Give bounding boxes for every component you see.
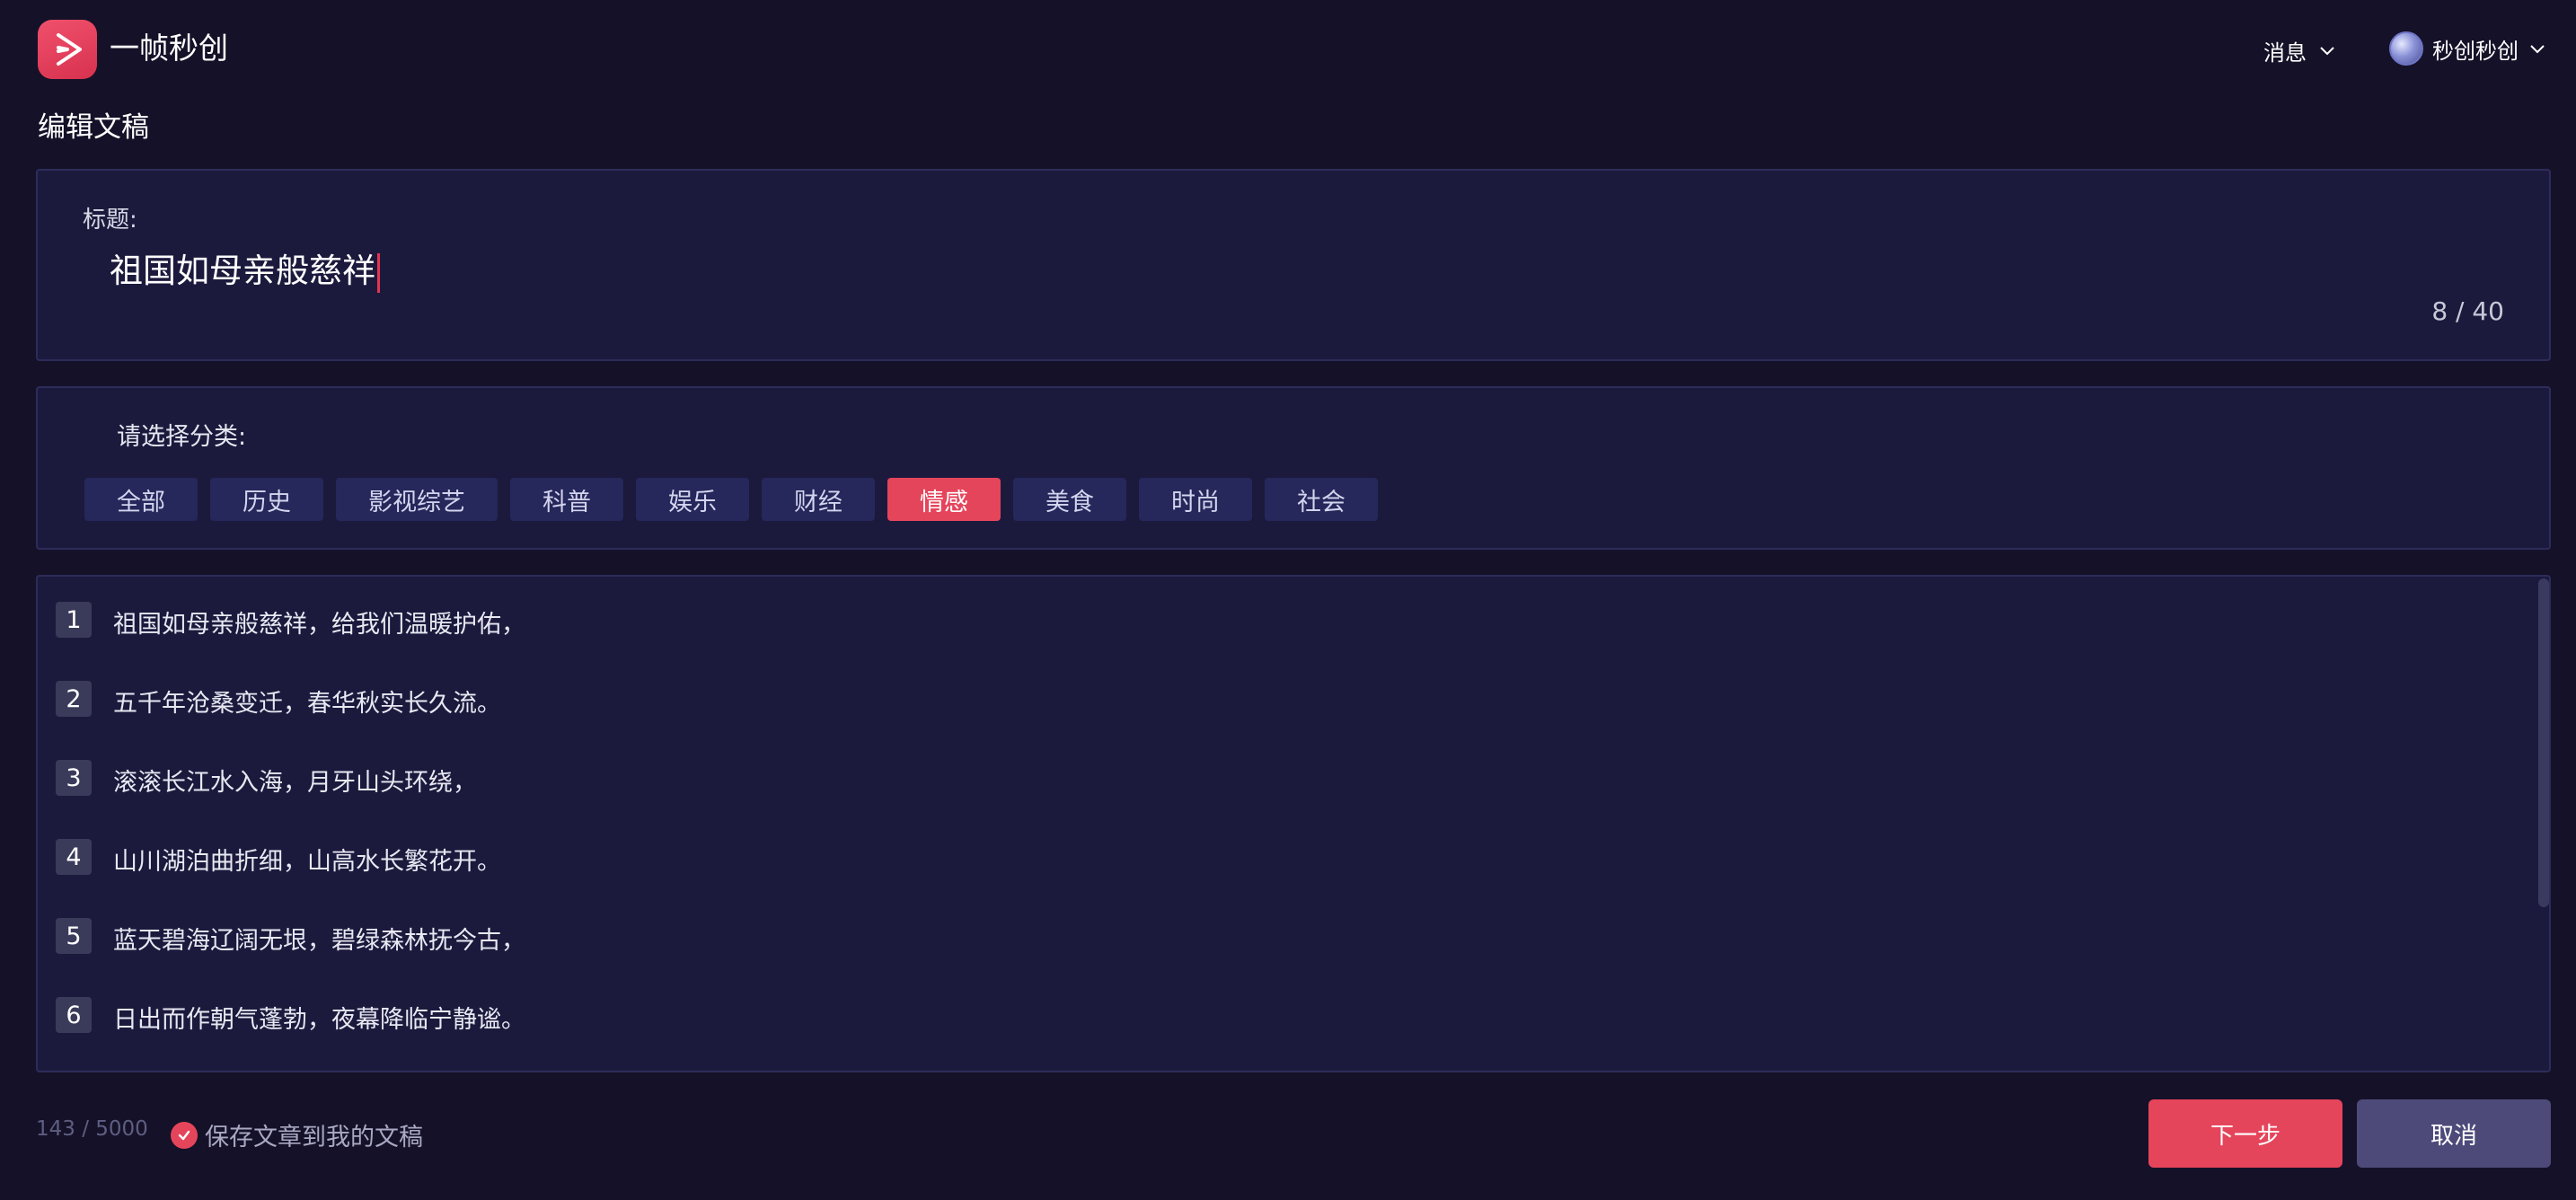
check-circle-icon (171, 1121, 198, 1149)
line-number: 6 (56, 997, 92, 1033)
script-line[interactable]: 5 蓝天碧海辽阔无垠，碧绿森林抚今古， (56, 918, 525, 966)
cancel-button[interactable]: 取消 (2357, 1099, 2551, 1168)
avatar (2389, 31, 2423, 66)
category-panel: 请选择分类: 全部 历史 影视综艺 科普 娱乐 财经 情感 美食 时尚 社会 (36, 386, 2551, 550)
title-input[interactable]: 祖国如母亲般慈祥 (110, 248, 375, 295)
line-number: 3 (56, 760, 92, 796)
category-list: 全部 历史 影视综艺 科普 娱乐 财经 情感 美食 时尚 社会 (84, 478, 1378, 521)
category-label: 请选择分类: (117, 423, 247, 451)
category-chip[interactable]: 情感 (887, 478, 1001, 521)
top-bar: 一帧秒创 消息 秒创秒创 (0, 0, 2576, 97)
script-line[interactable]: 1 祖国如母亲般慈祥，给我们温暖护佑， (56, 602, 525, 650)
line-text[interactable]: 日出而作朝气蓬勃，夜幕降临宁静谧。 (113, 1002, 525, 1038)
category-chip[interactable]: 科普 (510, 478, 623, 521)
category-chip[interactable]: 娱乐 (636, 478, 749, 521)
next-step-button[interactable]: 下一步 (2148, 1099, 2342, 1168)
chevron-down-icon (2530, 45, 2545, 54)
text-caret (377, 253, 380, 293)
page-title: 编辑文稿 (38, 111, 149, 144)
script-editor[interactable]: 1 祖国如母亲般慈祥，给我们温暖护佑， 2 五千年沧桑变迁，春华秋实长久流。 3 滚滚长江… (36, 575, 2551, 1072)
app-name: 一帧秒创 (110, 31, 228, 66)
app-logo-icon[interactable] (38, 20, 97, 79)
save-to-drafts-checkbox[interactable]: 保存文章到我的文稿 (171, 1117, 423, 1152)
category-chip[interactable]: 影视综艺 (336, 478, 498, 521)
line-text[interactable]: 山川湖泊曲折细，山高水长繁花开。 (113, 844, 501, 880)
save-to-drafts-label: 保存文章到我的文稿 (205, 1124, 423, 1151)
line-number: 1 (56, 602, 92, 638)
content-char-count: 143 / 5000 (36, 1117, 148, 1141)
line-text[interactable]: 五千年沧桑变迁，春华秋实长久流。 (113, 686, 501, 722)
messages-label: 消息 (2263, 40, 2307, 66)
chevron-down-icon (2320, 47, 2334, 56)
category-chip[interactable]: 社会 (1265, 478, 1378, 521)
line-text[interactable]: 滚滚长江水入海，月牙山头环绕， (113, 765, 477, 801)
messages-menu[interactable]: 消息 (2263, 32, 2337, 68)
script-line[interactable]: 6 日出而作朝气蓬勃，夜幕降临宁静谧。 (56, 997, 525, 1046)
user-menu[interactable]: 秒创秒创 (2389, 29, 2547, 68)
category-chip[interactable]: 历史 (210, 478, 323, 521)
title-char-count: 8 / 40 (2431, 296, 2504, 326)
scrollbar[interactable] (2538, 578, 2549, 907)
script-line[interactable]: 2 五千年沧桑变迁，春华秋实长久流。 (56, 681, 501, 729)
line-number: 4 (56, 839, 92, 875)
title-panel: 标题: 祖国如母亲般慈祥 8 / 40 (36, 169, 2551, 361)
line-text[interactable]: 蓝天碧海辽阔无垠，碧绿森林抚今古， (113, 923, 525, 959)
script-line[interactable]: 3 滚滚长江水入海，月牙山头环绕， (56, 760, 477, 808)
category-chip[interactable]: 美食 (1013, 478, 1126, 521)
title-label: 标题: (83, 207, 137, 234)
line-number: 5 (56, 918, 92, 954)
category-chip[interactable]: 全部 (84, 478, 198, 521)
category-chip[interactable]: 财经 (762, 478, 875, 521)
line-text[interactable]: 祖国如母亲般慈祥，给我们温暖护佑， (113, 607, 525, 643)
script-line[interactable]: 4 山川湖泊曲折细，山高水长繁花开。 (56, 839, 501, 887)
line-number: 2 (56, 681, 92, 717)
user-name: 秒创秒创 (2432, 38, 2519, 64)
category-chip[interactable]: 时尚 (1139, 478, 1252, 521)
